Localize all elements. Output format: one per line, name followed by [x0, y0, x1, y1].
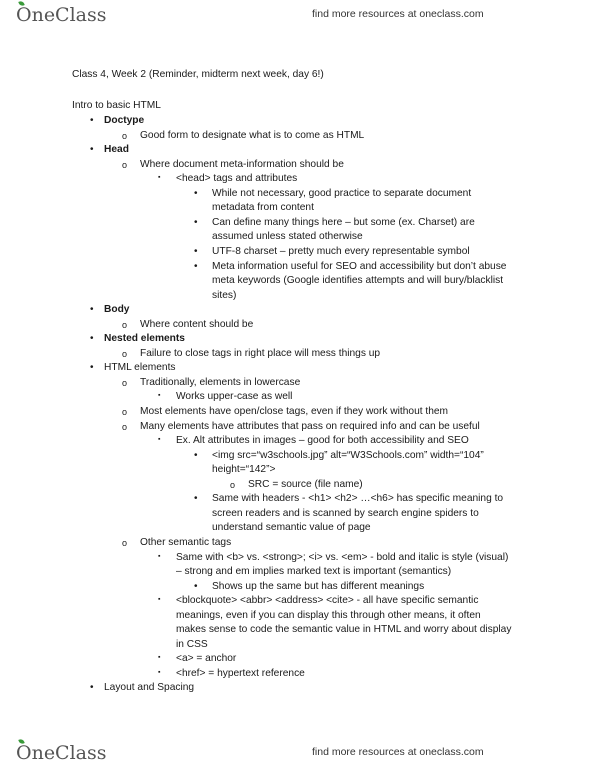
circle-bullet-icon: o [122, 421, 128, 432]
list-item: While not necessary, good practice to se… [212, 187, 472, 199]
list-item: Doctype [104, 115, 145, 126]
bullet-icon: • [90, 144, 94, 156]
list-item-continuation: makes sense to code the semantic value i… [176, 624, 512, 636]
bullet-icon: • [194, 580, 198, 592]
circle-bullet-icon: o [122, 377, 128, 388]
square-bullet-icon: ▪ [158, 668, 161, 676]
list-item-continuation: metadata from content [212, 202, 314, 214]
bullet-icon: • [194, 260, 198, 272]
list-item-continuation: meta keywords (Google identifies attempt… [212, 275, 504, 287]
list-item: <href> = hypertext reference [176, 667, 305, 679]
list-item: Good form to designate what is to come a… [140, 129, 365, 141]
bullet-icon: • [194, 245, 198, 257]
list-item: Most elements have open/close tags, even… [140, 406, 449, 417]
list-item-continuation: assumed unless stated otherwise [212, 231, 363, 243]
bullet-icon: • [90, 333, 94, 345]
list-item: Works upper-case as well [176, 391, 293, 403]
square-bullet-icon: ▪ [158, 436, 161, 444]
list-item: Body [104, 304, 130, 316]
list-item: UTF-8 charset – pretty much every repres… [212, 245, 470, 257]
list-item-continuation: understand semantic value of page [212, 522, 371, 534]
list-item-continuation: in CSS [176, 638, 208, 650]
bullet-icon: • [194, 449, 198, 461]
list-item: <blockquote> <abbr> <address> <cite> - a… [176, 595, 479, 607]
square-bullet-icon: ▪ [158, 552, 161, 560]
list-item-continuation: sites) [212, 289, 237, 301]
bullet-icon: • [194, 493, 198, 505]
document-title: Class 4, Week 2 (Reminder, midterm next … [72, 69, 324, 80]
square-bullet-icon: ▪ [158, 654, 161, 662]
logo-text: OneClass [16, 4, 107, 26]
circle-bullet-icon: o [122, 159, 128, 170]
circle-bullet-icon: o [122, 407, 128, 417]
circle-bullet-icon: o [122, 130, 128, 141]
list-item: <a> = anchor [176, 653, 237, 665]
list-item: <img src=“w3schools.jpg” alt=“W3Schools.… [212, 449, 484, 461]
list-item: Head [104, 144, 129, 156]
list-item: Other semantic tags [140, 536, 232, 548]
list-item: Shows up the same but has different mean… [212, 580, 425, 592]
footer-tagline[interactable]: find more resources at oneclass.com [312, 746, 484, 758]
list-item-continuation: height=“142”> [212, 464, 276, 476]
list-item-continuation: screen readers and is scanned by search … [212, 507, 479, 519]
list-item: Many elements have attributes that pass … [140, 420, 480, 432]
list-item: SRC = source (file name) [248, 478, 363, 490]
circle-bullet-icon: o [122, 348, 128, 359]
list-item: Can define many things here – but some (… [212, 216, 475, 228]
list-item: Layout and Spacing [104, 682, 195, 694]
header-tagline[interactable]: find more resources at oneclass.com [312, 8, 484, 20]
oneclass-logo-footer[interactable]: OneClass [16, 738, 107, 764]
list-item: <head> tags and attributes [176, 173, 298, 185]
list-item: Ex. Alt attributes in images – good for … [176, 435, 469, 447]
page-header: OneClass find more resources at oneclass… [0, 0, 595, 30]
list-item: Traditionally, elements in lowercase [140, 376, 301, 388]
square-bullet-icon: ▪ [158, 174, 161, 182]
bullet-icon: • [90, 682, 94, 694]
list-item: Failure to close tags in right place wil… [140, 347, 381, 359]
list-item: Where content should be [140, 318, 254, 330]
list-item-continuation: meanings, even if you can display this t… [176, 609, 481, 621]
section-heading: Intro to basic HTML [72, 100, 161, 111]
bullet-icon: • [90, 304, 94, 316]
oneclass-logo[interactable]: OneClass [16, 0, 107, 26]
bullet-icon: • [90, 362, 94, 374]
list-item: Same with headers - <h1> <h2> …<h6> has … [212, 493, 504, 505]
page-footer: OneClass find more resources at oneclass… [0, 738, 595, 768]
logo-text: OneClass [16, 742, 107, 764]
bullet-icon: • [90, 115, 94, 126]
circle-bullet-icon: o [230, 479, 236, 490]
list-item: HTML elements [104, 362, 176, 374]
list-item: Meta information useful for SEO and acce… [212, 260, 507, 272]
circle-bullet-icon: o [122, 319, 128, 330]
bullet-icon: • [194, 216, 198, 228]
list-item: Where document meta-information should b… [140, 158, 344, 170]
list-item-continuation: – strong and em implies marked text is i… [176, 566, 452, 578]
bullet-icon: • [194, 187, 198, 199]
square-bullet-icon: ▪ [158, 392, 161, 400]
list-item: Same with <b> vs. <strong>; <i> vs. <em>… [176, 551, 509, 563]
list-item: Nested elements [104, 333, 185, 345]
square-bullet-icon: ▪ [158, 596, 161, 604]
circle-bullet-icon: o [122, 537, 128, 548]
